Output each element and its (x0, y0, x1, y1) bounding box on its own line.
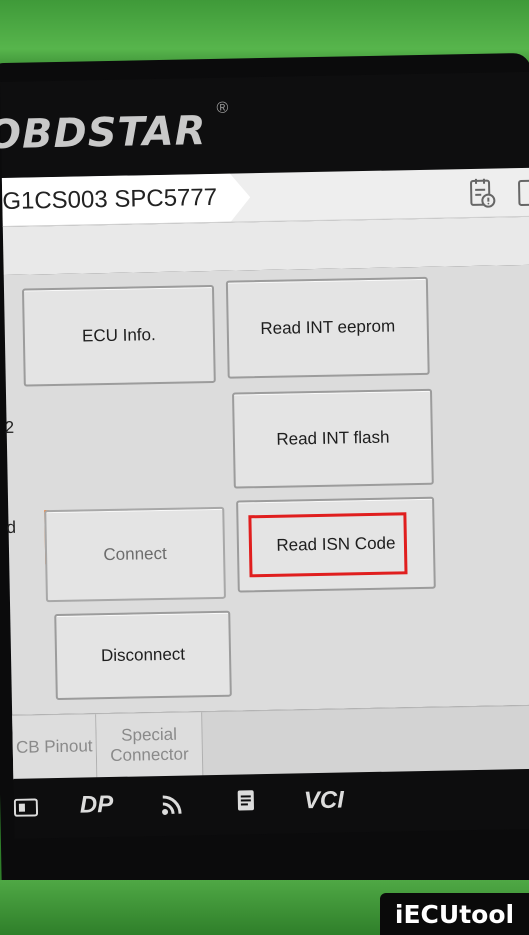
document-icon[interactable] (236, 788, 258, 812)
screen-icon[interactable] (13, 798, 39, 817)
tab-special-label-2: Connector (110, 744, 189, 766)
read-int-flash-label: Read INT flash (276, 427, 390, 449)
breadcrumb-current[interactable]: G1CS003 SPC5777 (2, 173, 251, 226)
left-partial-label-2: d (6, 517, 17, 537)
disconnect-button[interactable]: Disconnect (54, 610, 232, 701)
report-clipboard-icon[interactable] (468, 176, 497, 209)
device-screen: OBDSTAR ® G1CS003 SPC5777 2 d ECU Info. … (0, 71, 529, 882)
read-int-eeprom-label: Read INT eeprom (260, 316, 396, 339)
dp-icon[interactable]: DP (80, 791, 114, 820)
tab-special-connector[interactable]: Special Connector (96, 712, 204, 779)
brand-logo: OBDSTAR (0, 108, 207, 159)
read-int-eeprom-button[interactable]: Read INT eeprom (225, 276, 430, 379)
ecu-info-label: ECU Info. (81, 325, 156, 346)
site-watermark: iECUtool (380, 893, 529, 935)
vci-icon[interactable]: VCI (304, 787, 345, 816)
system-bar: DP VCI (13, 768, 529, 839)
tab-cb-pinout-label: CB Pinout (15, 736, 93, 757)
function-panel: 2 d ECU Info. Read INT eeprom Read INT f… (3, 264, 529, 715)
left-partial-label-1: 2 (4, 417, 15, 437)
header-bar: OBDSTAR ® (0, 71, 529, 178)
wifi-icon[interactable] (160, 792, 186, 816)
read-int-flash-button[interactable]: Read INT flash (232, 388, 434, 489)
tab-cb-pinout[interactable]: CB Pinout (12, 714, 98, 780)
toolbar-partial-icon[interactable] (517, 179, 529, 207)
disconnect-label: Disconnect (100, 644, 186, 666)
ecu-info-button[interactable]: ECU Info. (21, 284, 216, 387)
connect-button[interactable]: Connect (44, 506, 226, 603)
connect-label: Connect (103, 543, 167, 565)
tab-special-label-1: Special (120, 724, 178, 745)
red-highlight-box (248, 512, 408, 578)
registered-mark: ® (216, 99, 229, 117)
bottom-tab-bar: CB Pinout Special Connector (12, 704, 529, 780)
